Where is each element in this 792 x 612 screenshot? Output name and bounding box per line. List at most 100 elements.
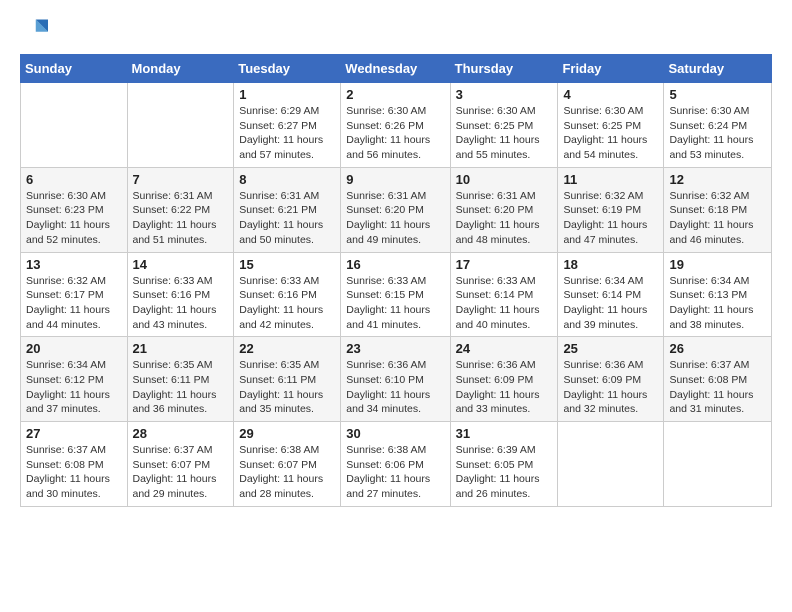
calendar-cell: 29Sunrise: 6:38 AMSunset: 6:07 PMDayligh… bbox=[234, 422, 341, 507]
calendar-cell: 21Sunrise: 6:35 AMSunset: 6:11 PMDayligh… bbox=[127, 337, 234, 422]
day-number: 26 bbox=[669, 341, 766, 356]
day-info: Sunrise: 6:37 AMSunset: 6:07 PMDaylight:… bbox=[133, 443, 229, 502]
calendar-cell: 10 Sunrise: 6:31 AMSunset: 6:20 PMDayligh… bbox=[450, 167, 558, 252]
calendar-cell bbox=[558, 422, 664, 507]
day-number: 9 bbox=[346, 172, 444, 187]
day-number: 15 bbox=[239, 257, 335, 272]
day-number: 5 bbox=[669, 87, 766, 102]
calendar-cell: 24 Sunrise: 6:36 AMSunset: 6:09 PMDayligh… bbox=[450, 337, 558, 422]
day-header-thursday: Thursday bbox=[450, 55, 558, 83]
day-info: Sunrise: 6:34 AMSunset: 6:13 PMDaylight:… bbox=[669, 274, 766, 333]
day-info: Sunrise: 6:32 AMSunset: 6:19 PMDaylight:… bbox=[563, 189, 658, 248]
day-number: 3 bbox=[456, 87, 553, 102]
logo bbox=[20, 16, 52, 44]
calendar-cell: 5 Sunrise: 6:30 AMSunset: 6:24 PMDaylight… bbox=[664, 83, 772, 168]
calendar-cell: 17 Sunrise: 6:33 AMSunset: 6:14 PMDayligh… bbox=[450, 252, 558, 337]
calendar-cell: 20 Sunrise: 6:34 AMSunset: 6:12 PMDayligh… bbox=[21, 337, 128, 422]
calendar-cell: 23 Sunrise: 6:36 AMSunset: 6:10 PMDayligh… bbox=[341, 337, 450, 422]
day-number: 6 bbox=[26, 172, 122, 187]
calendar-table: SundayMondayTuesdayWednesdayThursdayFrid… bbox=[20, 54, 772, 507]
day-info: Sunrise: 6:36 AMSunset: 6:10 PMDaylight:… bbox=[346, 358, 444, 417]
calendar-week-3: 13 Sunrise: 6:32 AMSunset: 6:17 PMDayligh… bbox=[21, 252, 772, 337]
calendar-cell: 3 Sunrise: 6:30 AMSunset: 6:25 PMDaylight… bbox=[450, 83, 558, 168]
day-number: 23 bbox=[346, 341, 444, 356]
calendar-cell: 30 Sunrise: 6:38 AMSunset: 6:06 PMDayligh… bbox=[341, 422, 450, 507]
calendar-week-4: 20 Sunrise: 6:34 AMSunset: 6:12 PMDayligh… bbox=[21, 337, 772, 422]
day-info: Sunrise: 6:37 AMSunset: 6:08 PMDaylight:… bbox=[26, 443, 122, 502]
day-info: Sunrise: 6:33 AMSunset: 6:16 PMDaylight:… bbox=[239, 274, 335, 333]
calendar-cell: 16Sunrise: 6:33 AMSunset: 6:15 PMDayligh… bbox=[341, 252, 450, 337]
calendar-cell: 25 Sunrise: 6:36 AMSunset: 6:09 PMDayligh… bbox=[558, 337, 664, 422]
day-info: Sunrise: 6:35 AMSunset: 6:11 PMDaylight:… bbox=[239, 358, 335, 417]
calendar-cell bbox=[664, 422, 772, 507]
calendar-cell: 6 Sunrise: 6:30 AMSunset: 6:23 PMDaylight… bbox=[21, 167, 128, 252]
day-number: 1 bbox=[239, 87, 335, 102]
calendar-week-5: 27 Sunrise: 6:37 AMSunset: 6:08 PMDayligh… bbox=[21, 422, 772, 507]
day-info: Sunrise: 6:32 AMSunset: 6:17 PMDaylight:… bbox=[26, 274, 122, 333]
day-number: 17 bbox=[456, 257, 553, 272]
day-header-monday: Monday bbox=[127, 55, 234, 83]
day-info: Sunrise: 6:30 AMSunset: 6:23 PMDaylight:… bbox=[26, 189, 122, 248]
day-number: 30 bbox=[346, 426, 444, 441]
calendar-cell: 9Sunrise: 6:31 AMSunset: 6:20 PMDaylight… bbox=[341, 167, 450, 252]
day-number: 7 bbox=[133, 172, 229, 187]
day-info: Sunrise: 6:36 AMSunset: 6:09 PMDaylight:… bbox=[456, 358, 553, 417]
calendar-cell bbox=[127, 83, 234, 168]
day-header-saturday: Saturday bbox=[664, 55, 772, 83]
day-number: 27 bbox=[26, 426, 122, 441]
day-info: Sunrise: 6:30 AMSunset: 6:25 PMDaylight:… bbox=[456, 104, 553, 163]
day-number: 14 bbox=[133, 257, 229, 272]
calendar-cell: 15 Sunrise: 6:33 AMSunset: 6:16 PMDayligh… bbox=[234, 252, 341, 337]
calendar-cell: 13 Sunrise: 6:32 AMSunset: 6:17 PMDayligh… bbox=[21, 252, 128, 337]
day-number: 12 bbox=[669, 172, 766, 187]
day-info: Sunrise: 6:29 AMSunset: 6:27 PMDaylight:… bbox=[239, 104, 335, 163]
day-number: 16 bbox=[346, 257, 444, 272]
day-info: Sunrise: 6:30 AMSunset: 6:24 PMDaylight:… bbox=[669, 104, 766, 163]
day-info: Sunrise: 6:35 AMSunset: 6:11 PMDaylight:… bbox=[133, 358, 229, 417]
day-info: Sunrise: 6:33 AMSunset: 6:14 PMDaylight:… bbox=[456, 274, 553, 333]
day-info: Sunrise: 6:30 AMSunset: 6:26 PMDaylight:… bbox=[346, 104, 444, 163]
calendar-cell: 26Sunrise: 6:37 AMSunset: 6:08 PMDayligh… bbox=[664, 337, 772, 422]
day-info: Sunrise: 6:34 AMSunset: 6:12 PMDaylight:… bbox=[26, 358, 122, 417]
calendar-header: SundayMondayTuesdayWednesdayThursdayFrid… bbox=[21, 55, 772, 83]
calendar-cell: 19Sunrise: 6:34 AMSunset: 6:13 PMDayligh… bbox=[664, 252, 772, 337]
day-info: Sunrise: 6:32 AMSunset: 6:18 PMDaylight:… bbox=[669, 189, 766, 248]
day-header-wednesday: Wednesday bbox=[341, 55, 450, 83]
day-header-sunday: Sunday bbox=[21, 55, 128, 83]
day-number: 11 bbox=[563, 172, 658, 187]
calendar-cell: 18Sunrise: 6:34 AMSunset: 6:14 PMDayligh… bbox=[558, 252, 664, 337]
calendar-cell: 14 Sunrise: 6:33 AMSunset: 6:16 PMDayligh… bbox=[127, 252, 234, 337]
calendar-cell: 4 Sunrise: 6:30 AMSunset: 6:25 PMDaylight… bbox=[558, 83, 664, 168]
day-number: 24 bbox=[456, 341, 553, 356]
day-number: 8 bbox=[239, 172, 335, 187]
day-number: 2 bbox=[346, 87, 444, 102]
calendar-cell: 31Sunrise: 6:39 AMSunset: 6:05 PMDayligh… bbox=[450, 422, 558, 507]
header-row: SundayMondayTuesdayWednesdayThursdayFrid… bbox=[21, 55, 772, 83]
day-info: Sunrise: 6:39 AMSunset: 6:05 PMDaylight:… bbox=[456, 443, 553, 502]
day-number: 20 bbox=[26, 341, 122, 356]
calendar-cell: 27 Sunrise: 6:37 AMSunset: 6:08 PMDayligh… bbox=[21, 422, 128, 507]
calendar-cell: 12 Sunrise: 6:32 AMSunset: 6:18 PMDayligh… bbox=[664, 167, 772, 252]
calendar-cell: 7Sunrise: 6:31 AMSunset: 6:22 PMDaylight… bbox=[127, 167, 234, 252]
day-number: 13 bbox=[26, 257, 122, 272]
day-header-friday: Friday bbox=[558, 55, 664, 83]
day-info: Sunrise: 6:38 AMSunset: 6:06 PMDaylight:… bbox=[346, 443, 444, 502]
day-info: Sunrise: 6:31 AMSunset: 6:20 PMDaylight:… bbox=[456, 189, 553, 248]
day-number: 10 bbox=[456, 172, 553, 187]
calendar-cell: 1 Sunrise: 6:29 AMSunset: 6:27 PMDaylight… bbox=[234, 83, 341, 168]
day-number: 25 bbox=[563, 341, 658, 356]
calendar-week-2: 6 Sunrise: 6:30 AMSunset: 6:23 PMDaylight… bbox=[21, 167, 772, 252]
header bbox=[20, 16, 772, 44]
day-header-tuesday: Tuesday bbox=[234, 55, 341, 83]
day-number: 18 bbox=[563, 257, 658, 272]
day-number: 4 bbox=[563, 87, 658, 102]
day-info: Sunrise: 6:30 AMSunset: 6:25 PMDaylight:… bbox=[563, 104, 658, 163]
day-number: 29 bbox=[239, 426, 335, 441]
page: SundayMondayTuesdayWednesdayThursdayFrid… bbox=[0, 0, 792, 612]
day-info: Sunrise: 6:36 AMSunset: 6:09 PMDaylight:… bbox=[563, 358, 658, 417]
calendar-cell bbox=[21, 83, 128, 168]
calendar-cell: 2 Sunrise: 6:30 AMSunset: 6:26 PMDaylight… bbox=[341, 83, 450, 168]
day-number: 28 bbox=[133, 426, 229, 441]
calendar-body: 1 Sunrise: 6:29 AMSunset: 6:27 PMDaylight… bbox=[21, 83, 772, 507]
day-info: Sunrise: 6:33 AMSunset: 6:16 PMDaylight:… bbox=[133, 274, 229, 333]
